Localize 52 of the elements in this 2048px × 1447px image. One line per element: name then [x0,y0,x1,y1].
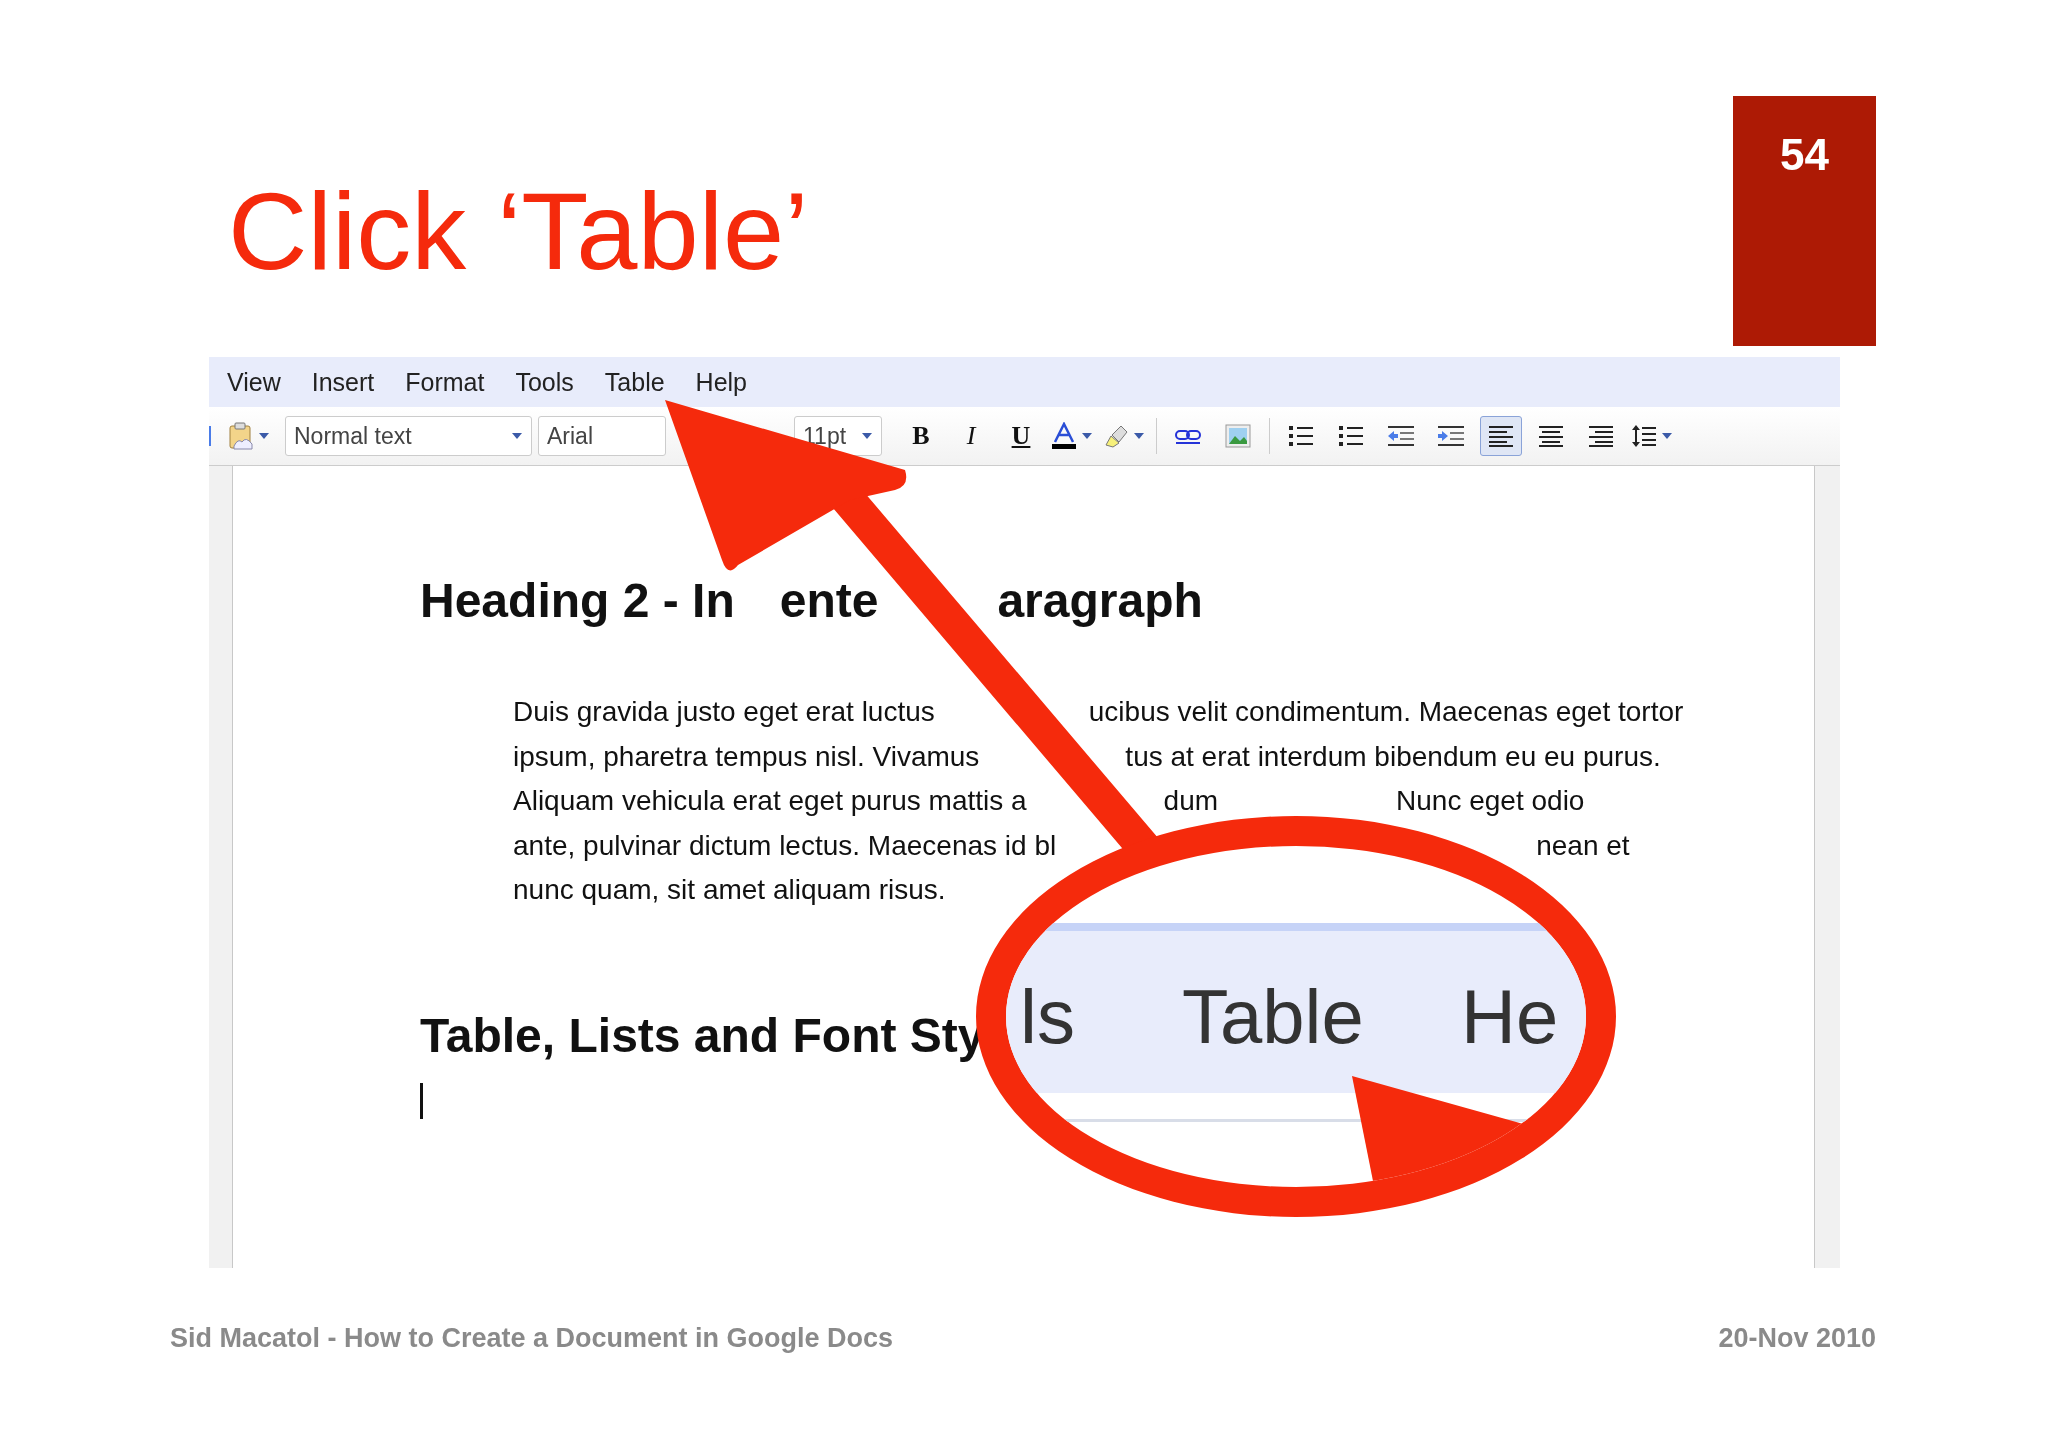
heading-text: aragraph [997,576,1203,626]
footer-text: Sid Macatol - How to Create a Document in Google Docs [170,1323,894,1354]
caret-icon [1661,432,1673,440]
paragraph-text: Aliquam vehicula erat eget purus mattis a [513,784,1027,819]
text-color-icon [1051,422,1077,450]
paragraph-text: nean et [1536,828,1630,863]
caret-icon [861,432,873,440]
magnified-menu-text: Table [1182,979,1364,1055]
paragraph-text: Nunc eget odio [1396,784,1585,819]
caret-icon [511,432,523,440]
paragraph-text: dum [1163,784,1219,819]
align-right-icon [1588,425,1614,447]
paragraph-text: tus at erat interdum bibendum eu eu purus. [1125,739,1661,774]
align-center-icon [1538,425,1564,447]
heading-text: ente [779,576,879,626]
highlighter-icon [1103,423,1129,449]
paragraph-text: ipsum, pharetra tempus nisl. Vivamus [513,739,980,774]
caret-icon [258,432,270,440]
heading-text: Table, Lists and Font Sty [420,1010,985,1061]
align-left-icon [1488,425,1514,447]
font-dropdown[interactable]: Arial [538,416,666,456]
magnified-menu-text: ls [1020,979,1075,1055]
italic-button[interactable]: I [950,416,992,456]
magnified-menu-text: He [1461,979,1559,1055]
slide-title: Click ‘Table’ [228,176,809,294]
paragraph-text: ante, pulvinar dictum lectus. Maecenas id bl [513,828,1057,863]
paragraph-text: nunc quam, sit amet aliquam risus. [513,873,946,908]
menu-item[interactable]: Help [695,367,748,397]
footer-date: 20-Nov 2010 [1718,1323,1876,1354]
menu-item[interactable]: Table [604,367,665,397]
menu-item[interactable]: Tools [515,367,574,397]
bullet-list-icon [1338,424,1364,448]
menu-item[interactable]: View [227,367,281,397]
paragraph-text: Duis gravida justo eget erat luctus [513,695,935,729]
menu-item[interactable]: Insert [311,367,375,397]
outdent-icon [1387,424,1415,448]
caret-icon [1081,432,1093,440]
align-left-button[interactable] [1480,416,1522,456]
image-icon [1225,424,1251,448]
line-spacing-icon [1631,424,1657,448]
numbered-list-icon [1288,424,1314,448]
paragraph-text: ucibus velit condimentum. Maecenas eget tortor [1088,695,1684,729]
bold-button[interactable]: B [900,416,942,456]
page-number: 54 [1780,130,1829,180]
clipboard-icon [228,422,254,450]
paragraph-style-dropdown[interactable]: Normal text [285,416,532,456]
indent-icon [1437,424,1465,448]
caret-icon [1133,432,1145,440]
text-cursor [420,1082,423,1119]
heading-text: Heading 2 - In [420,576,735,626]
menu-item[interactable]: Format [405,367,485,397]
underline-button[interactable]: U [1000,416,1042,456]
